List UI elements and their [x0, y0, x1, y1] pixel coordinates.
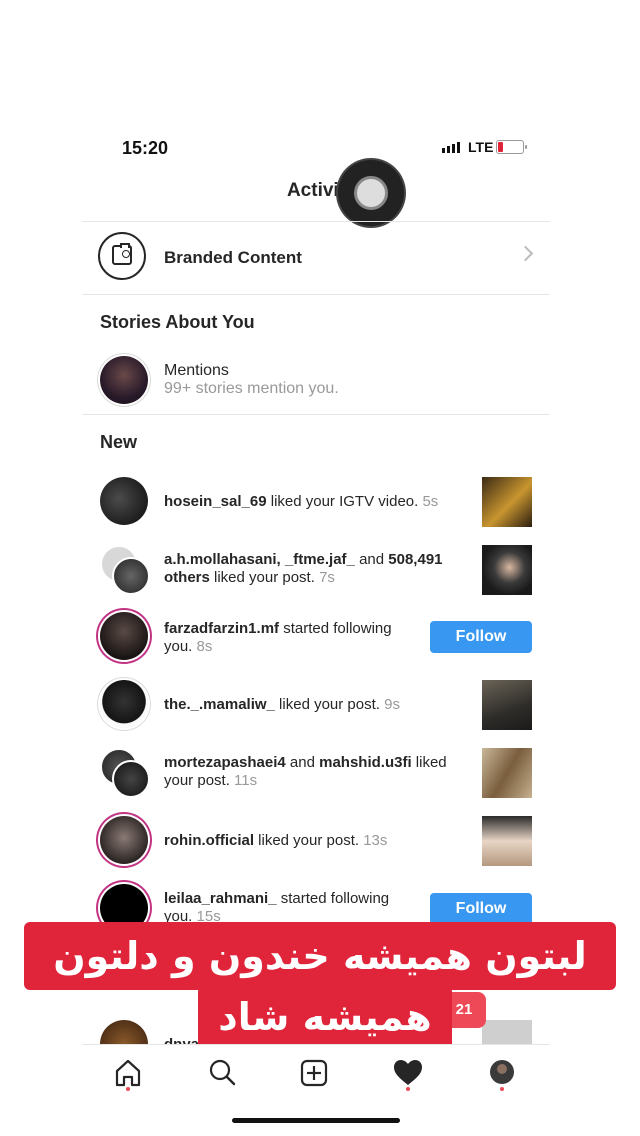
branded-content-row[interactable]: Branded Content: [82, 222, 550, 294]
activity-row[interactable]: farzadfarzin1.mf started following you. …: [82, 610, 550, 670]
divider: [82, 294, 550, 295]
caption-overlay-line2: همیشه شاد: [198, 986, 452, 1050]
home-indicator-dot: [126, 1087, 130, 1091]
branded-content-icon: [98, 232, 146, 280]
post-thumbnail[interactable]: [482, 748, 532, 798]
add-post-icon[interactable]: [294, 1053, 334, 1093]
mentions-row[interactable]: Mentions 99+ stories mention you.: [82, 352, 550, 412]
search-icon[interactable]: [202, 1053, 242, 1093]
status-bar: 15:20 LTE: [82, 120, 550, 172]
tab-bar: [82, 1044, 550, 1097]
post-thumbnail[interactable]: [482, 477, 532, 527]
activity-row[interactable]: hosein_sal_69 liked your IGTV video. 5s: [82, 475, 550, 535]
assistive-touch-button[interactable]: [338, 160, 404, 226]
activity-row[interactable]: rohin.official liked your post. 13s: [82, 814, 550, 874]
profile-indicator-dot: [500, 1087, 504, 1091]
battery-icon: [496, 140, 527, 154]
activity-text: mortezapashaei4 and mahshid.u3fi liked y…: [164, 754, 447, 789]
divider: [82, 414, 550, 415]
activity-text: hosein_sal_69 liked your IGTV video. 5s: [164, 493, 439, 510]
post-thumbnail[interactable]: [482, 816, 532, 866]
avatar: [100, 612, 148, 660]
post-thumbnail[interactable]: [482, 545, 532, 595]
stories-heading: Stories About You: [100, 312, 255, 332]
activity-text: a.h.mollahasani, _ftme.jaf_ and 508,491 …: [164, 551, 443, 586]
avatar: [100, 356, 148, 404]
caption-overlay-line1: لبتون همیشه خندون و دلتون: [24, 922, 616, 990]
follow-button[interactable]: Follow: [430, 893, 532, 925]
mentions-title: Mentions: [164, 362, 229, 379]
activity-row[interactable]: mortezapashaei4 and mahshid.u3fi liked y…: [82, 746, 550, 806]
phone-screen: 15:20 LTE Activit Branded Content Storie…: [82, 120, 550, 1050]
avatar: [112, 760, 150, 798]
network-label: LTE: [468, 139, 494, 155]
activity-indicator-dot: [406, 1087, 410, 1091]
mentions-subtitle: 99+ stories mention you.: [164, 380, 339, 397]
post-thumbnail[interactable]: [482, 680, 532, 730]
clock: 15:20: [122, 138, 169, 158]
avatar: [112, 557, 150, 595]
signal-icon: [442, 142, 460, 153]
activity-text: rohin.official liked your post. 13s: [164, 832, 388, 849]
new-heading: New: [100, 432, 138, 452]
activity-text: farzadfarzin1.mf started following you. …: [164, 620, 392, 655]
activity-text: the._.mamaliw_ liked your post. 9s: [164, 696, 400, 713]
branded-content-label: Branded Content: [164, 248, 302, 267]
activity-row[interactable]: the._.mamaliw_ liked your post. 9s: [82, 678, 550, 738]
page-title: Activit: [286, 180, 346, 201]
home-indicator[interactable]: [232, 1118, 400, 1123]
avatar: [100, 680, 148, 728]
avatar: [100, 477, 148, 525]
activity-text: leilaa_rahmani_ started following you. 1…: [164, 890, 390, 925]
avatar: [100, 816, 148, 864]
activity-row[interactable]: a.h.mollahasani, _ftme.jaf_ and 508,491 …: [82, 543, 550, 603]
chevron-right-icon: [517, 245, 534, 262]
follow-button[interactable]: Follow: [430, 621, 532, 653]
